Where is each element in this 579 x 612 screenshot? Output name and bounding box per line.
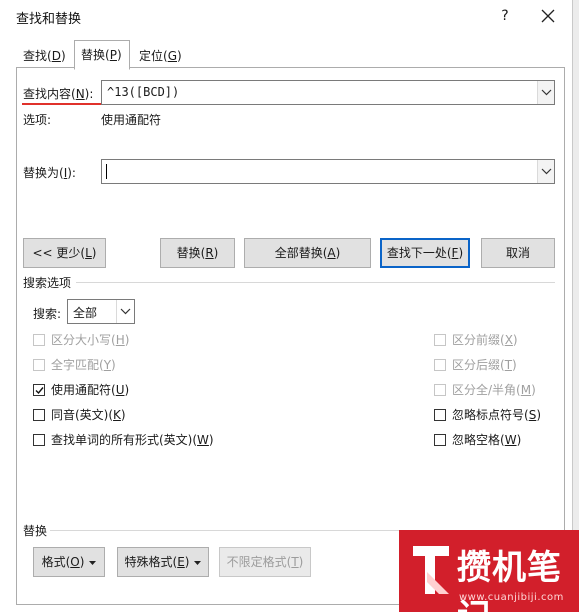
- close-icon: [541, 9, 555, 23]
- option-label: 忽略空格(W): [452, 433, 522, 447]
- find-replace-dialog: 查找和替换 ? 查找(D) 替换(P) 定位(G) 查找内容(N): ^13([…: [0, 0, 573, 612]
- find-next-button[interactable]: 查找下一处(F): [380, 238, 470, 268]
- chevron-down-icon: [541, 168, 552, 175]
- dropdown-triangle-icon: [89, 560, 97, 565]
- close-button[interactable]: [536, 5, 560, 27]
- checkbox[interactable]: [434, 409, 446, 421]
- checkbox[interactable]: [33, 409, 45, 421]
- option-label: 使用通配符(U): [51, 383, 130, 397]
- option-label: 查找单词的所有形式(英文)(W): [51, 433, 214, 447]
- find-what-value: ^13([BCD]): [107, 85, 180, 99]
- replace-section-heading: 替换: [23, 524, 48, 538]
- tab-replace[interactable]: 替换(P): [74, 40, 130, 70]
- search-options-divider: [76, 282, 555, 283]
- checkbox[interactable]: [434, 384, 446, 396]
- search-direction-select[interactable]: 全部: [67, 299, 135, 324]
- replace-dropdown-button[interactable]: [537, 160, 554, 183]
- watermark-url: www.cuanjibiji.com: [459, 592, 564, 603]
- background-window-strip: [573, 0, 579, 612]
- special-format-button[interactable]: 特殊格式(E): [117, 547, 209, 577]
- chevron-down-icon: [120, 308, 131, 315]
- title-bar: 查找和替换 ?: [0, 0, 573, 32]
- replace-with-label: 替换为(I):: [23, 166, 76, 180]
- checkbox[interactable]: [434, 334, 446, 346]
- checkbox[interactable]: [33, 334, 45, 346]
- less-button[interactable]: << 更少(L): [23, 238, 106, 268]
- checkmark-icon: [35, 387, 44, 395]
- checkbox[interactable]: [434, 434, 446, 446]
- cancel-button[interactable]: 取消: [481, 238, 555, 268]
- replace-button[interactable]: 替换(R): [160, 238, 235, 268]
- no-formatting-button[interactable]: 不限定格式(T): [219, 547, 311, 577]
- search-direction-value: 全部: [73, 306, 98, 320]
- option-label: 忽略标点符号(S): [452, 408, 541, 422]
- options-value: 使用通配符: [101, 113, 162, 127]
- help-button[interactable]: ?: [495, 6, 515, 26]
- checkbox[interactable]: [33, 434, 45, 446]
- tab-goto[interactable]: 定位(G): [132, 44, 186, 68]
- search-direction-dropdown[interactable]: [116, 300, 134, 323]
- option-label: 区分全/半角(M): [452, 383, 536, 397]
- logo-mark-icon: [413, 546, 449, 594]
- find-what-combo[interactable]: ^13([BCD]): [101, 80, 555, 105]
- find-dropdown-button[interactable]: [537, 81, 554, 104]
- checkbox[interactable]: [434, 359, 446, 371]
- site-watermark-logo: 攒机笔记 www.cuanjibiji.com: [399, 530, 579, 612]
- replace-with-combo[interactable]: [101, 159, 555, 184]
- search-options-heading: 搜索选项: [23, 276, 72, 290]
- checkbox[interactable]: [33, 359, 45, 371]
- option-label: 同音(英文)(K): [51, 408, 126, 422]
- option-label: 区分大小写(H): [51, 333, 130, 347]
- options-label: 选项:: [23, 113, 52, 127]
- dropdown-triangle-icon: [194, 560, 202, 565]
- tab-find[interactable]: 查找(D): [16, 44, 68, 68]
- checkbox[interactable]: [33, 384, 45, 396]
- option-label: 区分后缀(T): [452, 358, 517, 372]
- chevron-down-icon: [541, 89, 552, 96]
- option-label: 区分前缀(X): [452, 333, 518, 347]
- find-what-label: 查找内容(N):: [23, 87, 94, 101]
- replace-all-button[interactable]: 全部替换(A): [244, 238, 371, 268]
- option-label: 全字匹配(Y): [51, 358, 116, 372]
- text-caret: [106, 164, 107, 179]
- search-direction-label: 搜索:: [33, 307, 62, 321]
- dialog-title: 查找和替换: [16, 12, 82, 27]
- format-button[interactable]: 格式(O): [33, 547, 105, 577]
